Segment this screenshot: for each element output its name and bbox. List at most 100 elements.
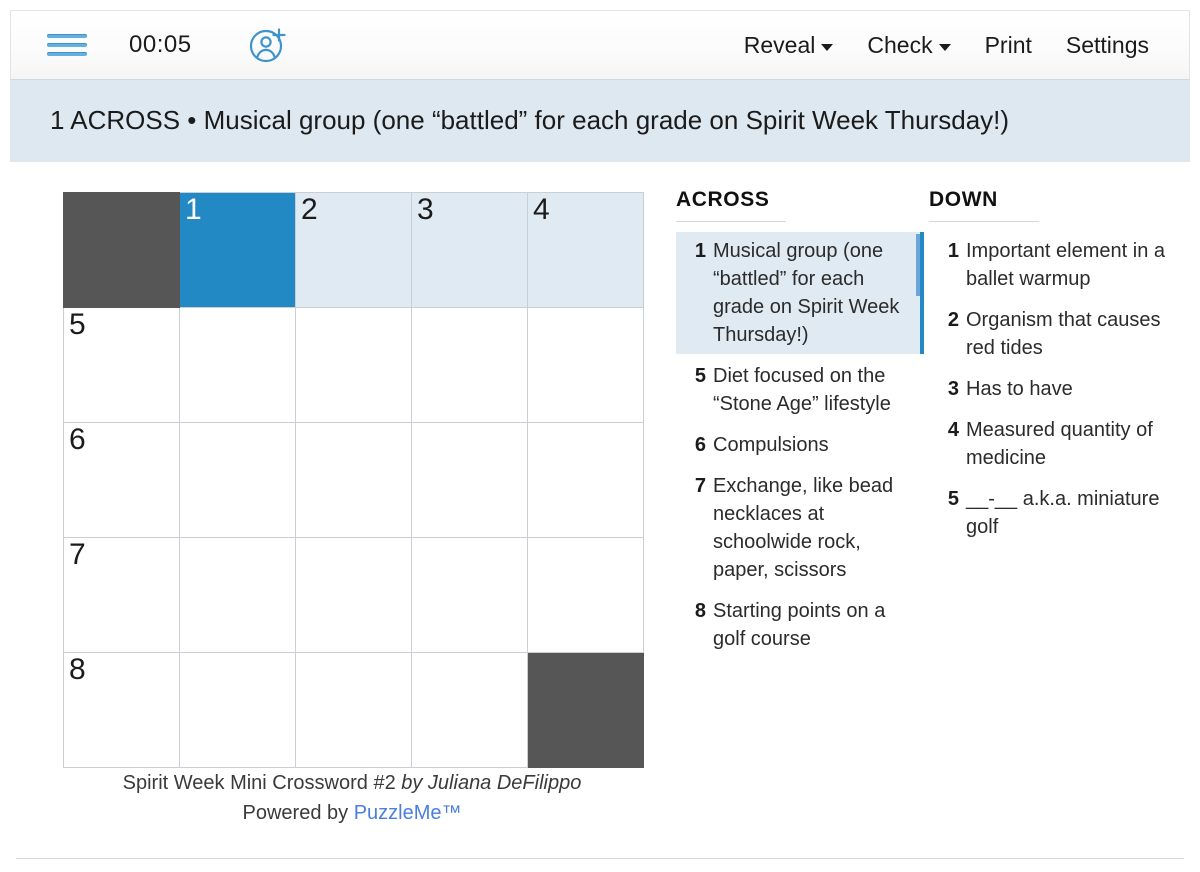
clue-text: Exchange, like bead necklaces at schoolw… bbox=[713, 475, 894, 581]
grid-cell[interactable]: 6 bbox=[63, 422, 180, 538]
grid-cell-number: 8 bbox=[69, 653, 86, 686]
grid-block-cell bbox=[63, 192, 180, 308]
puzzle-title: Spirit Week Mini Crossword #2 bbox=[122, 772, 396, 794]
down-heading: DOWN bbox=[929, 188, 998, 211]
clue-item-across-5[interactable]: 5 Diet focused on the “Stone Age” lifesty… bbox=[676, 357, 926, 423]
clue-text: Important element in a ballet warmup bbox=[966, 240, 1165, 290]
clue-item-across-7[interactable]: 7 Exchange, like bead necklaces at school… bbox=[676, 467, 926, 589]
clue-number: 1 bbox=[947, 240, 959, 262]
clue-text: Diet focused on the “Stone Age” lifestyl… bbox=[713, 365, 891, 415]
grid-cell[interactable] bbox=[295, 537, 412, 653]
clue-number: 6 bbox=[694, 434, 706, 456]
clue-item-across-6[interactable]: 6 Compulsions bbox=[676, 426, 926, 464]
across-clue-list: 1 Musical group (one “battled” for each g… bbox=[676, 232, 926, 658]
main-content: 1 2 3 4 5 6 7 8 Spirit Week Mini Crossword #2 b… bbox=[0, 168, 1200, 858]
grid-cell[interactable]: 3 bbox=[411, 192, 528, 308]
grid-cell[interactable] bbox=[179, 652, 296, 768]
grid-cell-number: 1 bbox=[185, 193, 202, 226]
top-toolbar: 00:05 Reveal Check Print Settings bbox=[10, 10, 1190, 80]
clue-number: 3 bbox=[947, 378, 959, 400]
grid-cell[interactable] bbox=[179, 422, 296, 538]
grid-cell[interactable] bbox=[411, 652, 528, 768]
clue-number: 7 bbox=[694, 475, 706, 497]
grid-cell[interactable] bbox=[179, 537, 296, 653]
grid-cell[interactable] bbox=[527, 307, 644, 423]
hamburger-menu-icon[interactable] bbox=[47, 31, 87, 59]
grid-row: 1 2 3 4 bbox=[63, 192, 644, 308]
grid-row: 8 bbox=[63, 652, 644, 768]
clue-item-across-8[interactable]: 8 Starting points on a golf course bbox=[676, 592, 926, 658]
grid-cell[interactable] bbox=[527, 422, 644, 538]
puzzle-title-line: Spirit Week Mini Crossword #2 by Juliana… bbox=[63, 768, 641, 798]
clue-text: Has to have bbox=[966, 378, 1073, 400]
clue-text: Measured quantity of medicine bbox=[966, 419, 1153, 469]
reveal-menu-button[interactable]: Reveal bbox=[744, 32, 834, 59]
clue-text: Musical group (one “battled” for each gr… bbox=[713, 240, 900, 346]
hamburger-bar bbox=[47, 34, 87, 38]
crossword-grid[interactable]: 1 2 3 4 5 6 7 8 bbox=[63, 192, 644, 768]
hamburger-bar bbox=[47, 43, 87, 47]
clue-text: Compulsions bbox=[713, 434, 829, 456]
clue-number: 8 bbox=[694, 600, 706, 622]
across-clue-column: ACROSS 1 Musical group (one “battled” for… bbox=[676, 188, 926, 661]
puzzle-byline: by Juliana DeFilippo bbox=[401, 772, 582, 794]
down-clue-list: 1 Important element in a ballet warmup 2 Or… bbox=[916, 232, 1179, 546]
clue-item-down-4[interactable]: 4 Measured quantity of medicine bbox=[929, 411, 1179, 477]
print-button[interactable]: Print bbox=[985, 32, 1032, 59]
across-heading: ACROSS bbox=[676, 188, 770, 211]
grid-cell[interactable]: 2 bbox=[295, 192, 412, 308]
clue-item-down-3[interactable]: 3 Has to have bbox=[929, 370, 1179, 408]
clue-text: Starting points on a golf course bbox=[713, 600, 886, 650]
grid-cell[interactable] bbox=[179, 307, 296, 423]
print-label: Print bbox=[984, 31, 1032, 58]
clue-panels: ACROSS 1 Musical group (one “battled” for… bbox=[676, 188, 1196, 661]
down-clue-column: DOWN 1 Important element in a ballet warm… bbox=[916, 188, 1179, 661]
clue-number: 2 bbox=[947, 309, 959, 331]
clue-item-down-5[interactable]: 5 __-__ a.k.a. miniature golf bbox=[929, 480, 1179, 546]
grid-cell[interactable] bbox=[295, 422, 412, 538]
grid-cell[interactable]: 5 bbox=[63, 307, 180, 423]
clue-text: __-__ a.k.a. miniature golf bbox=[966, 488, 1160, 538]
grid-cell[interactable]: 8 bbox=[63, 652, 180, 768]
grid-cell-number: 4 bbox=[533, 193, 550, 226]
grid-cell[interactable]: 7 bbox=[63, 537, 180, 653]
grid-cell[interactable]: 4 bbox=[527, 192, 644, 308]
clue-item-down-2[interactable]: 2 Organism that causes red tides bbox=[929, 301, 1179, 367]
clue-item-across-1[interactable]: 1 Musical group (one “battled” for each g… bbox=[676, 232, 924, 354]
clue-item-down-1[interactable]: 1 Important element in a ballet warmup bbox=[916, 232, 1179, 298]
grid-row: 6 bbox=[63, 422, 644, 538]
grid-cell[interactable] bbox=[411, 537, 528, 653]
powered-by-label: Powered by bbox=[242, 802, 349, 824]
grid-cell[interactable] bbox=[411, 422, 528, 538]
page-bottom-divider bbox=[16, 858, 1184, 859]
grid-cell[interactable] bbox=[527, 537, 644, 653]
grid-cell[interactable] bbox=[411, 307, 528, 423]
grid-cell-number: 6 bbox=[69, 423, 86, 456]
across-heading-rule bbox=[676, 221, 786, 222]
clue-text: Organism that causes red tides bbox=[966, 309, 1161, 359]
toolbar-left-group: 00:05 bbox=[11, 23, 290, 67]
settings-label: Settings bbox=[1065, 31, 1149, 58]
chevron-down-icon bbox=[938, 43, 951, 51]
grid-block-cell bbox=[527, 652, 644, 768]
clue-number: 4 bbox=[947, 419, 959, 441]
check-menu-button[interactable]: Check bbox=[867, 32, 951, 59]
settings-button[interactable]: Settings bbox=[1066, 32, 1149, 59]
add-user-glyph bbox=[249, 28, 286, 63]
toolbar-right-group: Reveal Check Print Settings bbox=[744, 32, 1189, 59]
grid-cell[interactable] bbox=[295, 307, 412, 423]
grid-cell[interactable]: 1 bbox=[179, 192, 296, 308]
grid-cell-number: 3 bbox=[417, 193, 434, 226]
clue-number: 5 bbox=[947, 488, 959, 510]
clue-number: 1 bbox=[694, 240, 706, 262]
crossword-grid-container: 1 2 3 4 5 6 7 8 bbox=[63, 192, 644, 768]
add-user-icon[interactable] bbox=[246, 23, 290, 67]
grid-cell-number: 7 bbox=[69, 538, 86, 571]
puzzleme-link[interactable]: PuzzleMe™ bbox=[354, 802, 462, 824]
current-clue-text: 1 ACROSS • Musical group (one “battled” … bbox=[50, 105, 1010, 136]
grid-cell[interactable] bbox=[295, 652, 412, 768]
puzzle-credits: Spirit Week Mini Crossword #2 by Juliana… bbox=[63, 768, 641, 828]
current-clue-bar[interactable]: 1 ACROSS • Musical group (one “battled” … bbox=[10, 80, 1190, 162]
chevron-down-icon bbox=[821, 43, 834, 51]
reveal-label: Reveal bbox=[743, 31, 816, 58]
